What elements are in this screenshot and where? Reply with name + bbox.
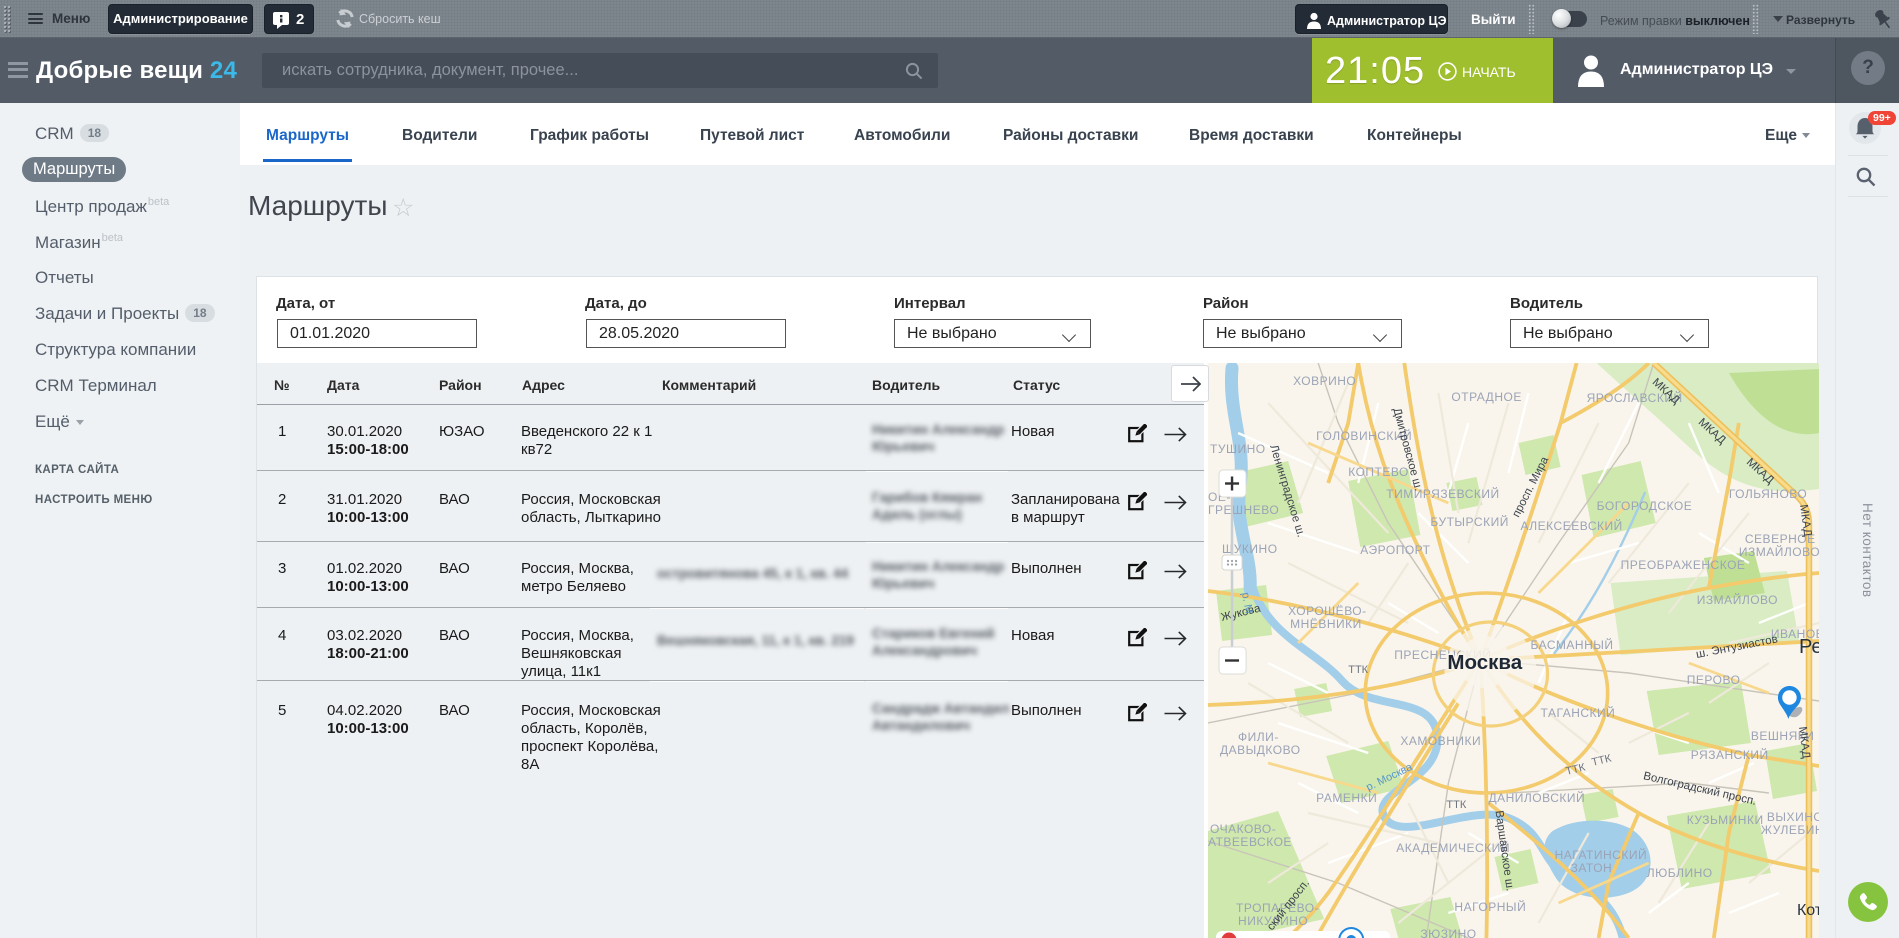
svg-text:ТИМИРЯЗЕВСКИЙ: ТИМИРЯЗЕВСКИЙ (1386, 486, 1499, 501)
svg-text:ВЫХИНО-: ВЫХИНО- (1767, 810, 1819, 824)
svg-text:БУТЫРСКИЙ: БУТЫРСКИЙ (1430, 514, 1509, 529)
svg-text:МНЁВНИКИ: МНЁВНИКИ (1290, 617, 1362, 631)
svg-text:ТАГАНСКИЙ: ТАГАНСКИЙ (1541, 705, 1616, 720)
svg-text:ГОЛЬЯНОВО: ГОЛЬЯНОВО (1729, 487, 1807, 501)
svg-text:АЛЕКСЕЕВСКИЙ: АЛЕКСЕЕВСКИЙ (1521, 518, 1623, 533)
svg-text:БАСМАННЫЙ: БАСМАННЫЙ (1531, 637, 1614, 652)
svg-text:Кот: Кот (1797, 902, 1819, 919)
svg-text:КУЗЬМИНКИ: КУЗЬМИНКИ (1687, 813, 1764, 827)
svg-text:ХОРОШЁВО-: ХОРОШЁВО- (1288, 604, 1367, 618)
svg-text:ГРЕШНЕВО: ГРЕШНЕВО (1208, 503, 1279, 517)
svg-text:ХОВРИНО: ХОВРИНО (1293, 374, 1356, 388)
svg-text:ХАМОВНИКИ: ХАМОВНИКИ (1400, 734, 1481, 748)
svg-text:ЩУКИНО: ЩУКИНО (1222, 542, 1278, 556)
svg-text:ТТК: ТТК (1446, 799, 1466, 811)
svg-text:БОГОРОДСКОЕ: БОГОРОДСКОЕ (1597, 499, 1693, 513)
svg-text:Ре: Ре (1799, 636, 1819, 658)
svg-text:АЭРОПОРТ: АЭРОПОРТ (1360, 543, 1430, 557)
svg-text:ФИЛИ-: ФИЛИ- (1238, 730, 1279, 744)
svg-text:ИЗМАЙЛОВО: ИЗМАЙЛОВО (1697, 592, 1778, 607)
svg-text:ЗЮЗИНО: ЗЮЗИНО (1420, 927, 1476, 938)
svg-text:ДАНИЛОВСКИЙ: ДАНИЛОВСКИЙ (1488, 790, 1585, 805)
svg-text:НАГАТИНСКИЙ: НАГАТИНСКИЙ (1555, 847, 1648, 862)
svg-text:НАГОРНЫЙ: НАГОРНЫЙ (1454, 899, 1526, 914)
svg-text:РАМЕНКИ: РАМЕНКИ (1316, 791, 1377, 805)
svg-text:ЖУЛЕБИНО: ЖУЛЕБИНО (1761, 823, 1819, 837)
svg-text:ОТРАДНОЕ: ОТРАДНОЕ (1451, 390, 1521, 404)
svg-text:ТТК: ТТК (1348, 664, 1368, 676)
svg-text:ЛЮБЛИНО: ЛЮБЛИНО (1647, 866, 1713, 880)
svg-text:Москва: Москва (1447, 651, 1522, 674)
svg-text:ТУШИНО: ТУШИНО (1210, 442, 1266, 456)
svg-text:ИЗМАЙЛОВО: ИЗМАЙЛОВО (1739, 544, 1819, 559)
svg-text:ПЕРОВО: ПЕРОВО (1687, 673, 1741, 687)
svg-text:АКАДЕМИЧЕСКИЙ: АКАДЕМИЧЕСКИЙ (1396, 840, 1510, 855)
svg-text:ПРЕОБРАЖЕНСКОЕ: ПРЕОБРАЖЕНСКОЕ (1621, 558, 1746, 572)
svg-text:ЗАТОН: ЗАТОН (1571, 861, 1613, 875)
svg-text:КОПТЕВО: КОПТЕВО (1348, 465, 1409, 479)
svg-text:ОЧАКОВО-: ОЧАКОВО- (1210, 822, 1276, 836)
svg-text:АТВЕЕВСКОЕ: АТВЕЕВСКОЕ (1208, 835, 1292, 849)
svg-text:РЯЗАНСКИЙ: РЯЗАНСКИЙ (1691, 747, 1769, 762)
svg-text:ДАВЫДКОВО: ДАВЫДКОВО (1220, 743, 1301, 757)
